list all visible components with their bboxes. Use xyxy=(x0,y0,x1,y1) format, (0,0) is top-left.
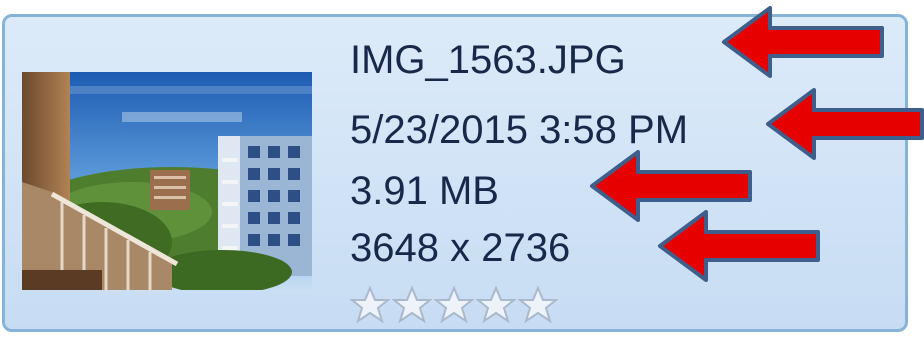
star-icon[interactable] xyxy=(350,286,390,324)
date-taken: 5/23/2015 3:58 PM xyxy=(350,108,689,152)
arrow-icon xyxy=(658,210,820,282)
thumbnail-photo xyxy=(22,72,312,290)
file-name: IMG_1563.JPG xyxy=(350,38,626,82)
star-icon[interactable] xyxy=(392,286,432,324)
star-icon[interactable] xyxy=(434,286,474,324)
rating-stars[interactable] xyxy=(350,286,558,324)
file-size: 3.91 MB xyxy=(350,169,499,213)
arrow-icon xyxy=(722,6,884,78)
arrow-icon xyxy=(766,88,924,160)
image-dimensions: 3648 x 2736 xyxy=(350,226,571,270)
image-thumbnail[interactable] xyxy=(22,72,312,290)
star-icon[interactable] xyxy=(476,286,516,324)
star-icon[interactable] xyxy=(518,286,558,324)
